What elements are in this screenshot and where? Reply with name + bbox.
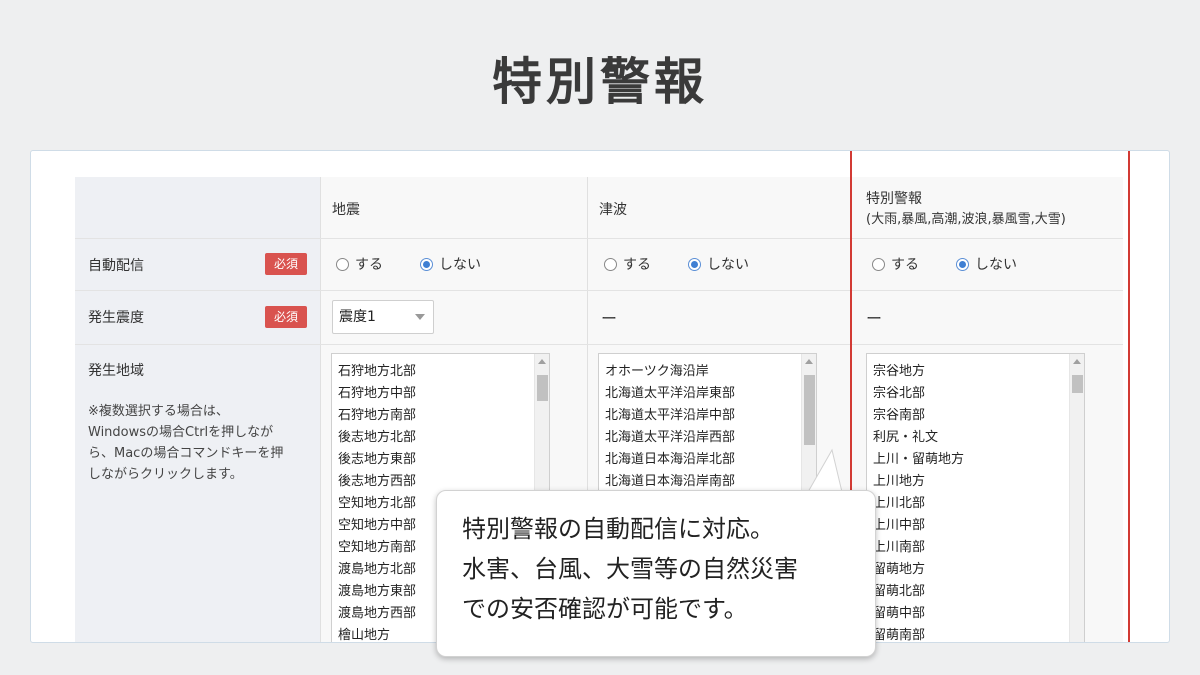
list-item[interactable]: 上川南部 [873,537,1084,559]
list-item[interactable]: 後志地方東部 [338,449,549,471]
chevron-down-icon [415,314,425,320]
intensity-select[interactable]: 震度1 [332,300,434,334]
list-item[interactable]: 北海道太平洋沿岸東部 [605,383,816,405]
list-item[interactable]: 利尻・礼文 [873,427,1084,449]
column-header-tsunami: 津波 [599,202,627,218]
column-header-special-warning: 特別警報 [866,191,922,207]
list-item[interactable]: 宗谷南部 [873,405,1084,427]
scrollbar-thumb[interactable] [804,375,815,445]
special-warning-region-listbox[interactable]: 宗谷地方 宗谷北部 宗谷南部 利尻・礼文 上川・留萌地方 上川地方 上川北部 上… [866,353,1085,642]
list-item[interactable]: 上川・留萌地方 [873,449,1084,471]
tsunami-intensity-dash: ー [601,309,618,328]
row-label-region: 発生地域 [88,363,144,379]
tsunami-auto-no-radio[interactable]: しない [688,254,749,274]
list-item[interactable]: 石狩地方北部 [338,361,549,383]
callout-text: 特別警報の自動配信に対応。 水害、台風、大雪等の自然災害 での安否確認が可能です… [462,515,798,623]
required-badge: 必須 [265,253,307,275]
region-note: ※複数選択する場合は、 Windowsの場合Ctrlを押しなが ら、Macの場合… [88,404,284,482]
row-label-auto-delivery: 自動配信 [88,258,144,274]
row-divider [75,344,1123,345]
list-item[interactable]: 上川中部 [873,515,1084,537]
callout-bubble: 特別警報の自動配信に対応。 水害、台風、大雪等の自然災害 での安否確認が可能です… [436,490,876,657]
radio-circle [604,257,617,271]
list-item[interactable]: 宗谷北部 [873,383,1084,405]
radio-circle-selected [956,257,969,271]
list-item[interactable]: 宗谷地方 [873,361,1084,383]
row-divider [75,238,1123,239]
scrollbar-thumb[interactable] [537,375,548,401]
list-item[interactable]: オホーツク海沿岸 [605,361,816,383]
list-item[interactable]: 後志地方北部 [338,427,549,449]
list-item[interactable]: 上川北部 [873,493,1084,515]
tsunami-auto-yes-radio[interactable]: する [604,254,651,274]
radio-circle [872,257,885,271]
scrollbar[interactable] [1069,354,1084,642]
list-item[interactable]: 石狩地方中部 [338,383,549,405]
list-item[interactable]: 留萌地方 [873,559,1084,581]
page-title: 特別警報 [492,53,708,111]
scroll-up-arrow-icon[interactable] [805,359,813,364]
special-auto-no-radio[interactable]: しない [956,254,1017,274]
list-item[interactable]: 留萌南部 [873,625,1084,642]
list-item[interactable]: 石狩地方南部 [338,405,549,427]
special-intensity-dash: ー [866,309,883,328]
list-item[interactable]: 上川地方 [873,471,1084,493]
special-auto-yes-radio[interactable]: する [872,254,919,274]
row-label-intensity: 発生震度 [88,310,144,326]
list-item[interactable]: 留萌中部 [873,603,1084,625]
scrollbar-thumb[interactable] [1072,375,1083,393]
row-divider [75,290,1123,291]
list-item[interactable]: 北海道太平洋沿岸中部 [605,405,816,427]
column-header-special-warning-types: (大雨,暴風,高潮,波浪,暴風雪,大雪) [866,212,1066,227]
callout-tail [807,448,843,494]
scroll-up-arrow-icon[interactable] [538,359,546,364]
list-item[interactable]: 北海道太平洋沿岸西部 [605,427,816,449]
list-item[interactable]: 北海道日本海沿岸北部 [605,449,816,471]
radio-circle-selected [688,257,701,271]
list-item[interactable]: 留萌北部 [873,581,1084,603]
required-badge: 必須 [265,306,307,328]
scroll-up-arrow-icon[interactable] [1073,359,1081,364]
